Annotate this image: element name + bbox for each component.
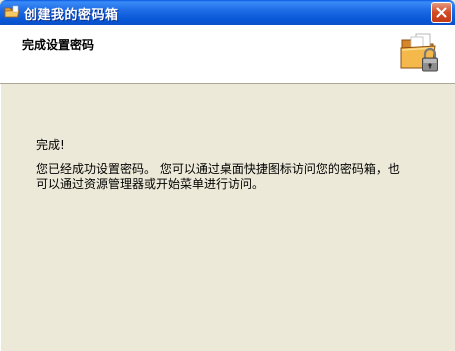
wizard-header: 完成设置密码 <box>0 25 455 84</box>
completion-description: 您已经成功设置密码。 您可以通过桌面快捷图标访问您的密码箱，也 可以通过资源管理… <box>36 162 416 192</box>
window-title: 创建我的密码箱 <box>24 8 119 23</box>
description-line-1: 您已经成功设置密码。 您可以通过桌面快捷图标访问您的密码箱，也 <box>36 162 400 176</box>
close-icon <box>436 7 447 18</box>
folder-lock-icon <box>399 28 443 76</box>
wizard-content: 完成! 您已经成功设置密码。 您可以通过桌面快捷图标访问您的密码箱，也 可以通过… <box>0 84 455 351</box>
description-line-2: 可以通过资源管理器或开始菜单进行访问。 <box>36 177 265 191</box>
completion-heading: 完成! <box>36 138 65 152</box>
folder-icon <box>4 4 20 20</box>
page-title: 完成设置密码 <box>22 38 95 52</box>
close-button[interactable] <box>431 2 452 23</box>
title-bar[interactable]: 创建我的密码箱 <box>0 0 455 25</box>
